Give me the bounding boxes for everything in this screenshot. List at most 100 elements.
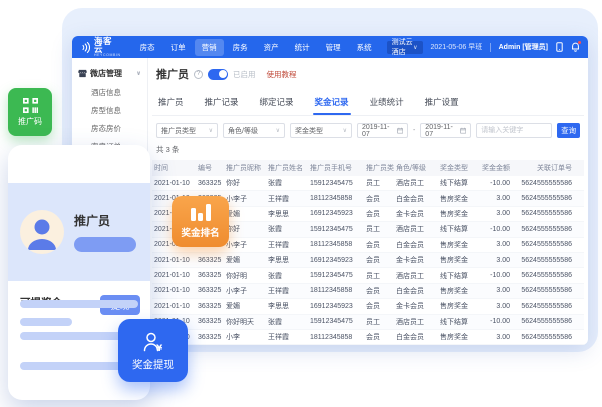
table-cell: 会员 [364,286,394,296]
table-cell: 3.00 [478,287,512,294]
tab-业绩统计[interactable]: 业绩统计 [368,90,406,115]
keyword-input[interactable] [476,123,552,138]
table-cell: -10.00 [478,226,512,233]
bonus-amount-placeholder [20,318,72,326]
table-cell: 16912345923 [308,210,364,217]
table-cell: 金卡会员 [394,255,438,265]
nav-item-订单[interactable]: 订单 [164,39,193,56]
logo-title: 海客云 [94,37,121,53]
sidebar-item-房态房价[interactable]: 房态房价 [72,119,147,137]
table-cell: 363325 [196,180,224,187]
svg-text:¥: ¥ [156,344,163,354]
table-row[interactable]: 2021-01-10363325你好张霞15912345475员工酒店员工线下结… [152,176,584,191]
sidebar-group-store-management[interactable]: 微店管理 ∨ [72,64,147,83]
table-row[interactable]: 2021-01-10363325你好明天张霞15912345475员工酒店员工线… [152,315,584,330]
table-cell: 王祥霞 [266,332,308,342]
filter-select-推广员类型[interactable]: 推广员类型∨ [156,123,218,138]
promoter-enable-toggle[interactable] [208,69,228,80]
nav-item-资产[interactable]: 资产 [257,39,286,56]
table-cell: 3.00 [478,303,512,310]
column-header-推广员手机号: 推广员手机号 [308,163,364,173]
table-cell: 线下结算 [438,317,478,327]
bonus-withdraw-badge[interactable]: ¥ 奖金提现 [118,319,188,382]
nav-item-统计[interactable]: 统计 [288,39,317,56]
filter-select-角色/等级[interactable]: 角色/等级∨ [223,123,285,138]
tab-奖金记录[interactable]: 奖金记录 [313,90,351,115]
logo-waves-icon [80,41,91,54]
table-cell: 张霞 [266,271,308,281]
tab-推广员[interactable]: 推广员 [156,90,186,115]
table-cell: 王祥霞 [266,286,308,296]
table-cell: 售房奖金 [438,209,478,219]
table-cell: 员工 [364,224,394,234]
table-cell: 小李子 [224,240,266,250]
sidebar-item-房型信息[interactable]: 房型信息 [72,101,147,119]
tab-推广设置[interactable]: 推广设置 [423,90,461,115]
bonus-rank-badge[interactable]: 奖金排名 [172,196,229,247]
table-cell: 18112345858 [308,241,364,248]
table-cell: 你好 [224,178,266,188]
nav-item-房务[interactable]: 房务 [226,39,255,56]
tab-推广记录[interactable]: 推广记录 [203,90,241,115]
table-cell: 会员 [364,332,394,342]
hotel-selector[interactable]: 测试云酒店 ∨ [387,41,423,54]
table-cell: 5624555555586 [512,287,574,294]
search-button[interactable]: 查询 [557,123,580,138]
table-cell: 18112345858 [308,195,364,202]
table-cell: 酒店员工 [394,317,438,327]
table-cell: 售房奖金 [438,194,478,204]
table-cell: 363325 [196,318,224,325]
table-cell: 你好 [224,224,266,234]
table-cell: 售房奖金 [438,332,478,342]
table-cell: 白金会员 [394,194,438,204]
table-cell: 3.00 [478,241,512,248]
table-cell: 363325 [196,272,224,279]
date-from-value: 2019-11-07 [362,124,394,138]
table-cell: 会员 [364,209,394,219]
table-cell: 小李 [224,332,266,342]
help-icon[interactable]: ? [194,70,203,79]
avatar [20,210,64,254]
filter-select-label: 角色/等级 [228,126,258,136]
table-row[interactable]: 2021-01-10363325爱媚李思思16912345923会员金卡会员售房… [152,299,584,314]
table-row[interactable]: 2021-01-10363325小李子王祥霞18112345858会员白金会员售… [152,284,584,299]
phone-icon[interactable] [556,42,563,52]
promo-code-badge[interactable]: 推广码 [8,88,52,136]
sidebar-item-酒店信息[interactable]: 酒店信息 [72,83,147,101]
user-account[interactable]: Admin [管理员] [499,42,548,52]
page: 海客云 HEYCOMBIN 房态订单营销房务资产统计管理系统 测试云酒店 ∨ 2… [0,0,602,407]
bell-icon[interactable] [571,42,580,52]
hotel-selector-value: 测试云酒店 [392,37,414,57]
filter-select-奖金类型[interactable]: 奖金类型∨ [290,123,352,138]
promoter-card-header: 推广员 [8,183,150,281]
nav-item-营销[interactable]: 营销 [195,39,224,56]
table-cell: 363325 [196,257,224,264]
date-from-input[interactable]: 2019-11-07 [357,123,408,138]
table-cell: -10.00 [478,272,512,279]
table-cell: 售房奖金 [438,255,478,265]
nav-item-系统[interactable]: 系统 [350,39,379,56]
nav-item-房态[interactable]: 房态 [133,39,162,56]
tutorial-link[interactable]: 使用教程 [267,69,297,80]
table-cell: 售房奖金 [438,301,478,311]
table-cell: 2021-01-10 [152,257,196,264]
tab-绑定记录[interactable]: 绑定记录 [258,90,296,115]
page-title: 推广员 [156,66,189,82]
table-cell: 3.00 [478,334,512,341]
table-cell: 15912345475 [308,226,364,233]
nav-item-管理[interactable]: 管理 [319,39,348,56]
table-cell: 363325 [196,287,224,294]
table-cell: 线下结算 [438,178,478,188]
placeholder-pill [74,237,136,252]
table-cell: 爱媚 [224,209,266,219]
store-icon [78,69,87,78]
table-row[interactable]: 2021-01-10363325你好明张霞15912345475员工酒店员工线下… [152,268,584,283]
table-row[interactable]: 2021-01-10363325小李王祥霞18112345858会员白金会员售房… [152,330,584,345]
table-cell: 3.00 [478,257,512,264]
bonus-rank-label: 奖金排名 [181,225,219,239]
table-row[interactable]: 2021-01-10363325爱媚李思思16912345923会员金卡会员售房… [152,253,584,268]
chevron-down-icon: ∨ [136,70,141,77]
date-to-input[interactable]: 2019-11-07 [420,123,471,138]
table-cell: 酒店员工 [394,271,438,281]
notification-dot [578,41,581,44]
